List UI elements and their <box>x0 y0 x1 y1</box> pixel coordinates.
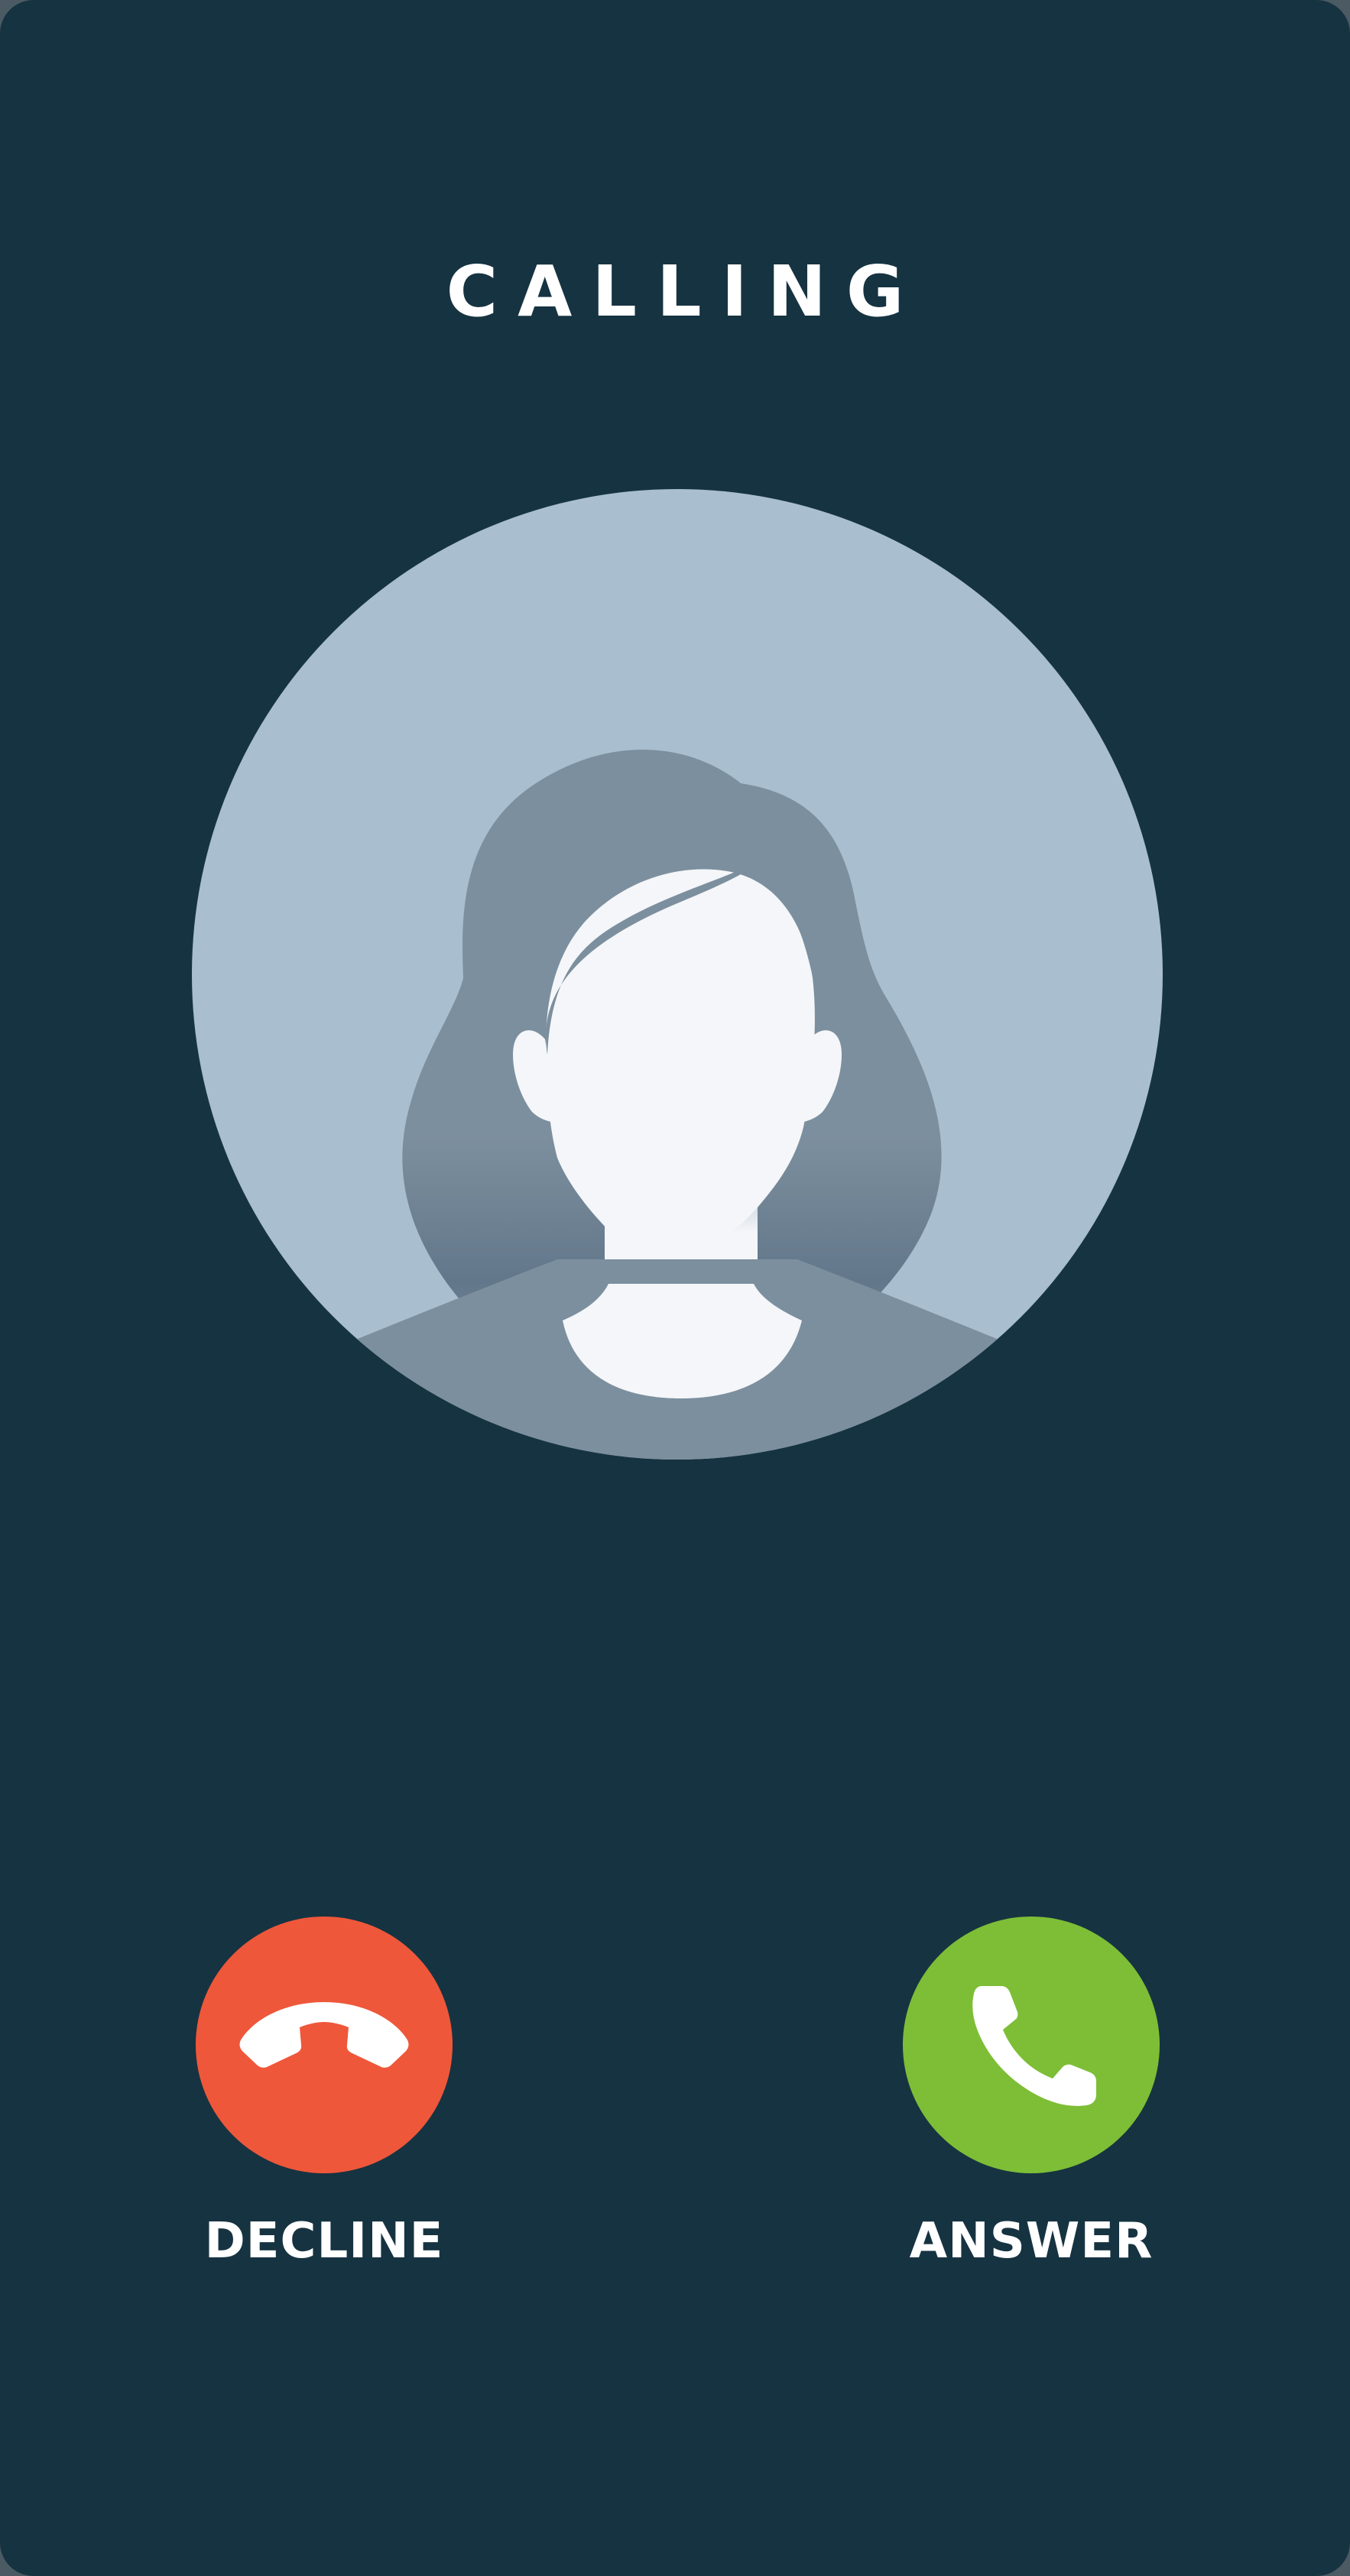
answer-label: ANSWER <box>909 2213 1154 2270</box>
incoming-call-screen: CALLING DECLINE ANSWER <box>0 0 1350 2576</box>
answer-button[interactable] <box>903 1917 1160 2173</box>
call-status-title: CALLING <box>446 251 924 332</box>
phone-hangup-icon <box>239 2002 409 2068</box>
decline-button[interactable] <box>196 1917 453 2173</box>
avatar-placeholder-icon <box>192 489 1163 1460</box>
phone-icon <box>972 1986 1096 2106</box>
decline-label: DECLINE <box>204 2213 444 2270</box>
contact-avatar <box>192 489 1163 1460</box>
